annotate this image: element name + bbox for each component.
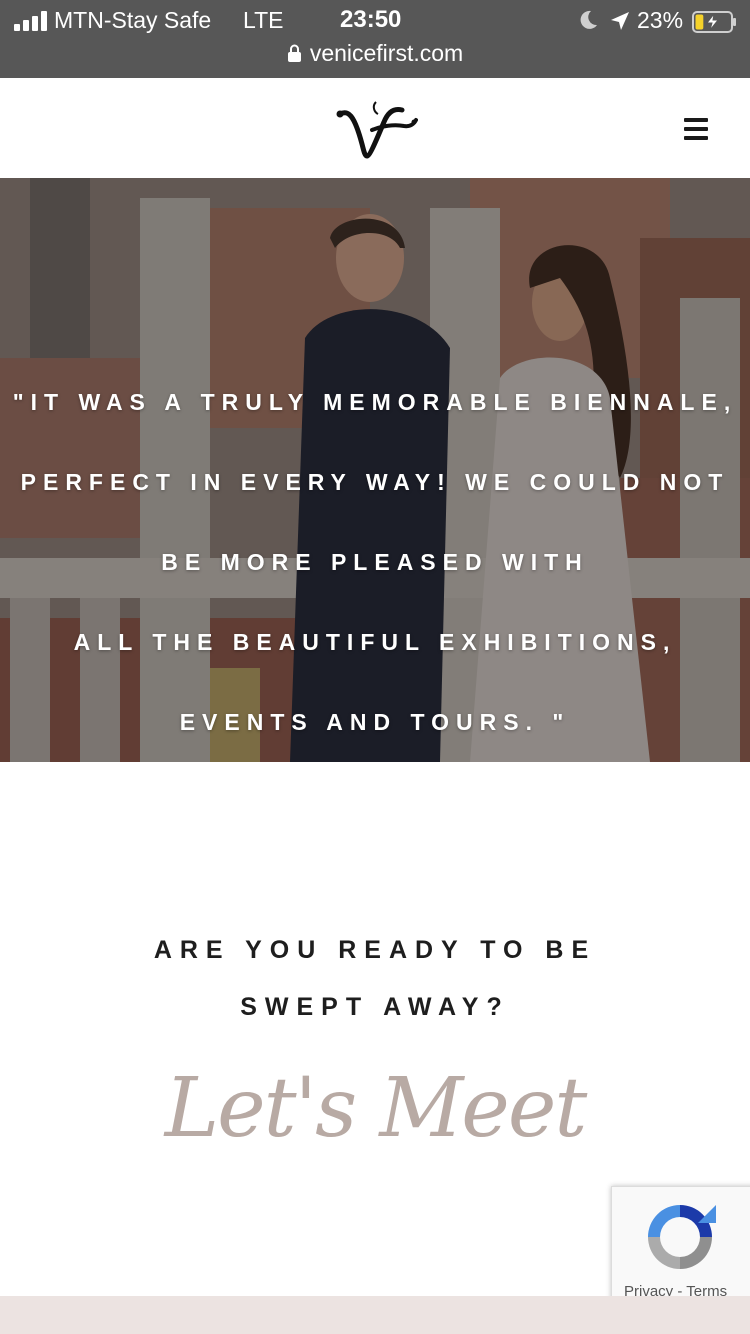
quote-line-4: ALL THE BEAUTIFUL EXHIBITIONS, xyxy=(73,629,677,655)
recaptcha-badge[interactable]: Privacy - Terms xyxy=(611,1186,750,1306)
cta-heading-line-2: SWEPT AWAY? xyxy=(240,993,510,1021)
battery-percent: 23% xyxy=(637,7,684,33)
recaptcha-logo-icon xyxy=(648,1205,716,1269)
cta-heading-line-1: ARE YOU READY TO BE xyxy=(153,936,597,964)
quote-line-2: PERFECT IN EVERY WAY! WE COULD NOT xyxy=(20,469,730,495)
cta-heading: ARE YOU READY TO BE SWEPT AWAY? xyxy=(0,922,750,1036)
site-header xyxy=(0,78,750,178)
testimonial-quote: "IT WAS A TRULY MEMORABLE BIENNALE, PERF… xyxy=(0,362,750,762)
hero-testimonial: "IT WAS A TRULY MEMORABLE BIENNALE, PERF… xyxy=(0,178,750,762)
footer-band xyxy=(0,1296,750,1334)
network-type: LTE xyxy=(243,7,284,33)
url-text: venicefirst.com xyxy=(309,40,464,66)
carrier-name: MTN-Stay Safe xyxy=(54,7,212,33)
quote-line-1: "IT WAS A TRULY MEMORABLE BIENNALE, xyxy=(12,389,738,415)
quote-line-5: EVENTS AND TOURS. " xyxy=(179,709,571,735)
signal-bars-icon xyxy=(14,11,48,31)
ios-status-bar: MTN-Stay Safe LTE 23:50 23% venicefirst.… xyxy=(0,0,750,78)
hamburger-menu-icon[interactable] xyxy=(676,114,716,144)
status-time: 23:50 xyxy=(340,6,402,33)
address-bar[interactable]: venicefirst.com xyxy=(0,40,750,70)
battery-charging-icon xyxy=(692,11,736,33)
quote-line-3: BE MORE PLEASED WITH xyxy=(161,549,589,575)
location-arrow-icon xyxy=(611,12,629,30)
lets-meet-link[interactable]: Let's Meet xyxy=(0,1054,750,1164)
moon-icon xyxy=(580,10,597,29)
status-row: MTN-Stay Safe LTE 23:50 23% xyxy=(0,6,750,36)
lock-icon xyxy=(287,44,301,62)
venice-first-logo[interactable] xyxy=(332,100,418,160)
